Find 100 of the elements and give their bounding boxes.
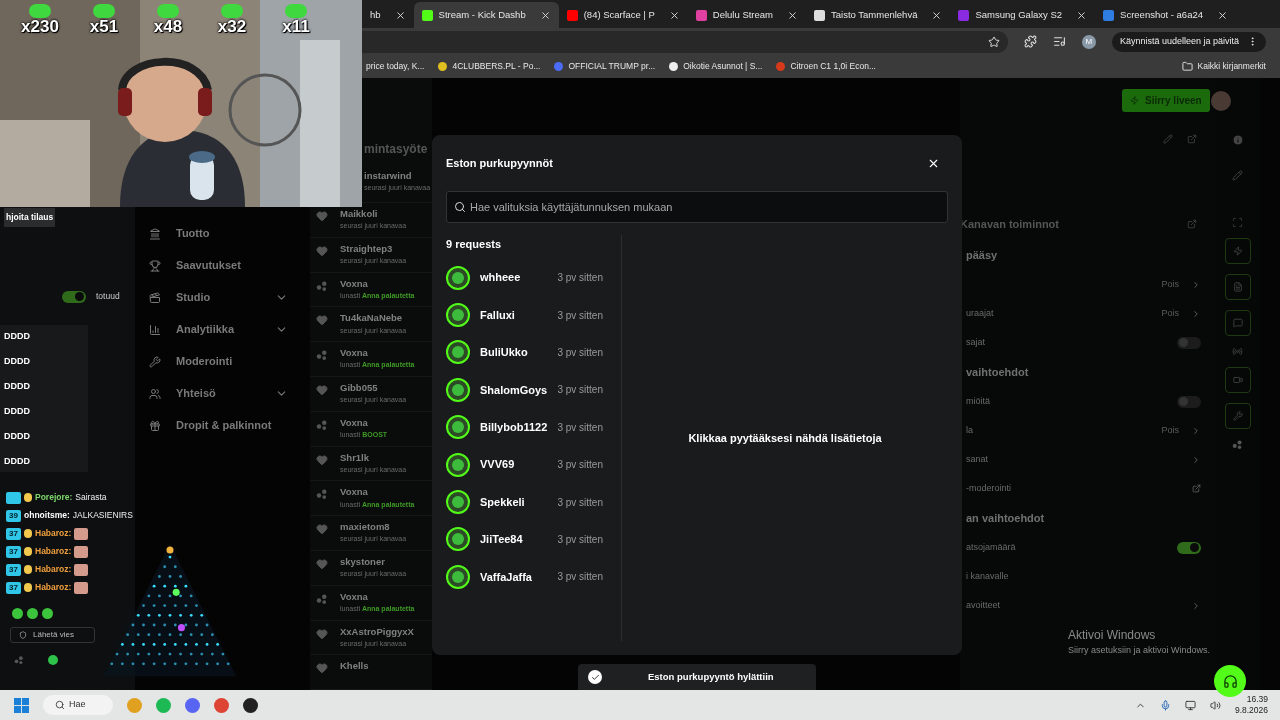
subscriber-badge: 37 (6, 581, 21, 594)
close-icon[interactable] (931, 9, 943, 21)
app-icon[interactable] (243, 697, 258, 713)
list-item: DDDD (3, 454, 31, 468)
request-item[interactable]: whheee 3 pv sitten (446, 259, 621, 297)
request-item[interactable]: Falluxi 3 pv sitten (446, 296, 621, 334)
network-icon[interactable] (1184, 699, 1196, 711)
list-item: DDDD (3, 379, 31, 393)
bookmark[interactable]: OFFICIAL TRUMP pr... (568, 60, 656, 73)
bookmark[interactable]: Citroen C1 1,0i Econ... (790, 60, 876, 73)
bookmark[interactable]: price today, K... (366, 60, 425, 73)
toggle-switch[interactable] (1177, 395, 1201, 408)
camera-icon (1232, 375, 1243, 385)
update-button[interactable]: Käynnistä uudelleen ja päivitä (1111, 31, 1266, 52)
folder-icon (1181, 61, 1193, 72)
taskbar-search[interactable]: Hae (43, 695, 113, 715)
emote-counter: x51 (89, 18, 119, 36)
close-icon[interactable] (787, 9, 798, 21)
avatar-icon (446, 377, 470, 402)
popout-icon[interactable] (1187, 134, 1197, 144)
chat-username: Habaroz: (35, 563, 72, 577)
chat-username: Habaroz: (35, 581, 72, 595)
nav-item[interactable]: Analytiikka (176, 321, 275, 338)
emote-icon[interactable] (27, 607, 38, 619)
close-icon[interactable] (539, 9, 551, 21)
activity-username: Tu4kaNaNebe (340, 311, 404, 326)
tab-title: hb (370, 7, 381, 22)
volume-icon[interactable] (1209, 699, 1221, 711)
setting-label: uraajat (966, 306, 994, 320)
bookmark[interactable]: 4CLUBBERS.PL - Po... (452, 60, 541, 73)
close-icon[interactable] (394, 9, 406, 21)
chat-username: Habaroz: (35, 545, 72, 559)
nav-item[interactable]: Dropit & palkinnot (176, 417, 288, 434)
close-icon[interactable] (1076, 9, 1088, 21)
close-icon[interactable] (1217, 9, 1228, 21)
activity-username: skystoner (340, 554, 386, 569)
nav-item[interactable]: Saavutukset (176, 257, 288, 274)
nav-item[interactable]: Moderointi (176, 353, 288, 370)
request-time: 3 pv sitten (557, 532, 603, 547)
search-field[interactable]: Hae valituksia käyttäjätunnuksen mukaan (446, 191, 948, 223)
search-icon (55, 700, 65, 710)
list-item: DDDD (3, 429, 31, 443)
playlist-icon[interactable] (1052, 35, 1066, 48)
request-item[interactable]: BuliUkko 3 pv sitten (446, 333, 621, 372)
setting-label: avoitteet (966, 598, 1001, 612)
star-icon[interactable] (987, 35, 1000, 48)
info-icon[interactable] (1231, 134, 1244, 146)
tab-title: (84) Scarface | P (583, 7, 655, 22)
chevron-icon[interactable] (1191, 279, 1201, 290)
external-link-icon[interactable] (1192, 484, 1201, 493)
setting-label: sanat (966, 452, 989, 466)
bookmark[interactable]: Oikotie Asunnot | S... (683, 60, 763, 73)
chevron-icon[interactable] (1191, 425, 1201, 436)
avatar-icon (446, 303, 470, 328)
bank-icon (149, 227, 161, 240)
tab-title: Stream - Kick Dashb (438, 7, 526, 22)
search-icon (454, 201, 466, 213)
toggle-switch[interactable] (1177, 336, 1201, 349)
browser-tab[interactable]: Stream - Kick Dashb (413, 2, 559, 28)
modal-title: Eston purkupyynnöt (446, 155, 554, 171)
emote-counter: x230 (21, 18, 59, 36)
windows-logo-icon[interactable] (14, 697, 29, 713)
pencil-icon[interactable] (1232, 170, 1243, 181)
clock[interactable]: 16.39 9.8.2026 (1234, 694, 1268, 716)
puzzle-icon[interactable] (1023, 35, 1037, 48)
nav-item[interactable]: Yhteisö (176, 385, 275, 402)
emote-icon[interactable] (42, 607, 53, 619)
chevron-icon[interactable] (1191, 308, 1201, 319)
panel-title: mintasyöte (363, 141, 429, 158)
chevron-icon[interactable] (1191, 600, 1201, 611)
clapperboard-icon (149, 291, 161, 304)
emote-icon (29, 4, 51, 18)
request-time: 3 pv sitten (557, 308, 603, 323)
request-item[interactable]: Billybob1122 3 pv sitten (446, 408, 621, 446)
emote-icon (74, 527, 89, 540)
avatar-icon (446, 340, 470, 365)
chat-message: Sairasta (75, 491, 107, 505)
trophy-icon (149, 259, 161, 272)
dots-icon (316, 592, 328, 605)
request-item[interactable]: JiiTee84 3 pv sitten (446, 520, 621, 559)
nav-item[interactable]: Studio (176, 289, 275, 306)
nav-item[interactable]: Tuotto (176, 225, 288, 242)
close-icon[interactable] (668, 9, 680, 21)
subscriber-badge (6, 491, 21, 504)
request-item[interactable]: VVV69 3 pv sitten (446, 445, 621, 484)
request-item[interactable]: Spekkeli 3 pv sitten (446, 483, 621, 521)
all-bookmarks[interactable]: Kaikki kirjanmerkit (1181, 60, 1266, 73)
toggle-switch[interactable] (62, 290, 86, 303)
emote-counter: x11 (282, 18, 310, 36)
request-item[interactable]: ShalomGoys 3 pv sitten (446, 371, 621, 409)
chevron-icon[interactable] (1191, 454, 1201, 465)
emote-icon[interactable] (12, 607, 23, 619)
microphone-icon[interactable] (1159, 699, 1171, 711)
toggle-switch[interactable] (1177, 541, 1201, 554)
popout-icon[interactable] (1187, 219, 1197, 229)
bolt-icon (1130, 96, 1139, 105)
request-item[interactable]: VaffaJaffa 3 pv sitten (446, 558, 621, 596)
avatar-icon (446, 564, 470, 589)
chat-username: ohnoitsme: (24, 509, 70, 523)
chat-input[interactable]: Lähetä vies (10, 626, 95, 643)
